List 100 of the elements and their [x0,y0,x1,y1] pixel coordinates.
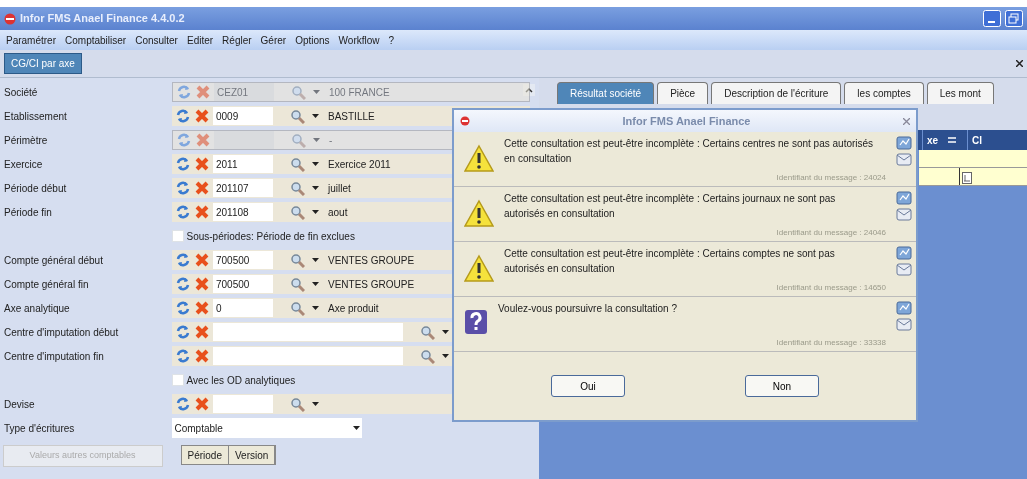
dialog-button[interactable]: Oui [551,375,625,397]
refresh-icon[interactable] [175,300,191,316]
tab[interactable]: Résultat société [557,82,655,104]
mail-icon[interactable] [896,152,912,166]
caret-icon[interactable] [312,282,319,286]
search-icon[interactable] [290,396,305,412]
refresh-icon[interactable] [175,156,191,172]
caret-icon[interactable] [312,210,319,214]
field-label: Société [3,85,39,100]
dropdown-field[interactable]: Comptable [172,418,362,438]
checkbox-label: Avec les OD analytiques [186,373,296,388]
search-icon[interactable] [420,348,435,364]
field-description: juillet [328,181,351,196]
tab[interactable]: les comptes [844,82,924,104]
tab[interactable]: Description de l'écriture [711,82,842,104]
caret-icon[interactable] [312,258,319,262]
close-icon[interactable] [1016,60,1023,67]
input-field[interactable]: 700500 [213,251,273,269]
search-icon[interactable] [290,108,305,124]
search-icon[interactable] [290,300,305,316]
menu-item[interactable]: Gérer [260,32,287,48]
app-icon [4,12,16,25]
message-id: Identifiant du message : 24024 [775,172,886,184]
menu-item[interactable]: Options [295,32,330,48]
delete-icon[interactable] [194,300,210,316]
menu-item[interactable]: Comptabiliser [65,32,127,48]
dialog-button[interactable]: Non [745,375,819,397]
menu-item[interactable]: Workflow [338,32,380,48]
input-field[interactable]: 0009 [213,107,273,125]
input-field[interactable]: 0 [213,299,273,317]
input-field[interactable]: 201107 [213,179,273,197]
caret-icon[interactable] [312,306,319,310]
refresh-icon[interactable] [175,276,191,292]
minimize-button[interactable] [983,10,1001,27]
refresh-icon[interactable] [175,180,191,196]
caret-icon[interactable] [442,330,449,334]
caret-icon[interactable] [312,162,319,166]
search-icon[interactable] [290,252,305,268]
search-icon[interactable] [420,324,435,340]
delete-icon[interactable] [194,156,210,172]
checkbox[interactable] [172,374,184,386]
delete-icon[interactable] [194,204,210,220]
field-description: VENTES GROUPE [328,277,415,292]
input-field[interactable] [213,323,403,341]
delete-icon[interactable] [194,396,210,412]
search-icon[interactable] [290,180,305,196]
menu-item[interactable]: ? [388,32,395,48]
delete-icon[interactable] [194,324,210,340]
delete-icon[interactable] [194,348,210,364]
refresh-icon[interactable] [175,348,191,364]
menu-item[interactable]: Consulter [135,32,178,48]
column-header[interactable]: Cl [972,132,982,148]
caret-icon[interactable] [442,354,449,358]
app-icon [460,116,470,126]
tab[interactable]: Pièce [657,82,709,104]
refresh-icon[interactable] [175,324,191,340]
input-field[interactable]: 700500 [213,275,273,293]
caret-icon[interactable] [312,402,319,406]
restore-button[interactable] [1005,10,1023,27]
field-label: Axe analytique [3,301,71,316]
menu-item[interactable]: Editer [186,32,214,48]
search-icon[interactable] [290,276,305,292]
delete-icon[interactable] [194,108,210,124]
mail-icon[interactable] [896,262,912,276]
checkbox[interactable] [172,230,184,242]
refresh-icon[interactable] [175,108,191,124]
search-icon[interactable] [290,204,305,220]
delete-icon[interactable] [194,180,210,196]
sort-icon[interactable] [948,137,957,143]
refresh-icon[interactable] [175,396,191,412]
input-field[interactable] [213,347,403,365]
field-label: Type d'écritures [3,421,76,436]
field-description: aout [328,205,348,220]
delete-icon[interactable] [194,252,210,268]
mail-icon[interactable] [896,207,912,221]
mail-icon[interactable] [896,317,912,331]
refresh-icon[interactable] [175,252,191,268]
input-field[interactable] [213,395,273,413]
search-icon[interactable] [290,156,305,172]
grid-row[interactable] [919,150,1027,168]
caret-icon[interactable] [312,114,319,118]
field-label: Centre d'imputation fin [3,349,105,364]
input-field[interactable]: 201108 [213,203,273,221]
view-tab[interactable]: CG/CI par axe [4,53,82,74]
message-text: Cette consultation est peut-être incomplète : Certains journaux ne sont pas autorisés en consultation [504,192,837,221]
refresh-icon[interactable] [175,204,191,220]
column-header[interactable]: xe [927,132,939,148]
tab[interactable]: Les mont [926,82,994,104]
question-icon [464,309,488,335]
delete-icon[interactable] [194,276,210,292]
warning-icon [464,199,494,228]
menu-item[interactable]: Paramétrer [6,32,56,48]
field-label: Compte général fin [3,277,90,292]
message-id: Identifiant du message : 33338 [775,337,886,349]
grid-row[interactable] [919,168,1027,186]
caret-icon [352,426,360,430]
caret-icon[interactable] [312,186,319,190]
menu-item[interactable]: Régler [222,32,252,48]
field-label: Période début [3,181,68,196]
input-field[interactable]: 2011 [213,155,273,173]
